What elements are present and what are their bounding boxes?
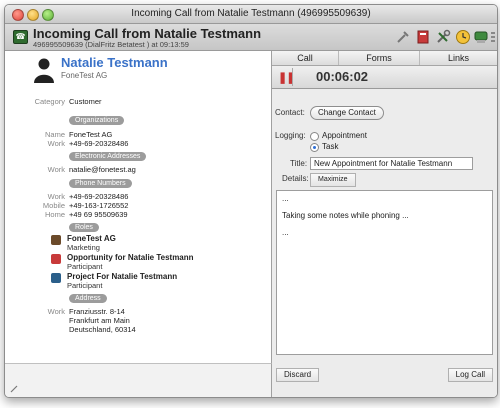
section-roles: Roles (69, 223, 99, 232)
call-panel-footer: Discard Log Call (272, 363, 497, 397)
wrench-icon[interactable] (435, 29, 451, 45)
tab-bar: Call Forms Links (272, 51, 497, 66)
address-line[interactable]: Franziusstr. 8-14 (69, 307, 125, 316)
role-sub: Participant (67, 262, 103, 271)
discard-button[interactable]: Discard (276, 368, 320, 382)
contact-card-icon[interactable] (415, 29, 431, 45)
tab-call[interactable]: Call (272, 51, 339, 65)
task-radio-label[interactable]: Task (322, 142, 338, 151)
organization-name-label: Name (44, 130, 65, 139)
contact-name[interactable]: Natalie Testmann (61, 55, 168, 70)
phone-value[interactable]: +49-163-1726552 (69, 201, 128, 210)
call-subtitle: 496995509639 (DialFritz Betatest ) at 09… (33, 40, 189, 49)
call-window: Incoming Call from Natalie Testmann (496… (4, 4, 498, 398)
phone-log-icon[interactable] (473, 29, 489, 45)
organization-name[interactable]: FoneTest AG (69, 130, 112, 139)
title-field[interactable]: New Appointment for Natalie Testmann (310, 157, 473, 170)
change-contact-button[interactable]: Change Contact (310, 106, 384, 120)
role-name[interactable]: FoneTest AG (67, 234, 116, 243)
section-address: Address (69, 294, 107, 303)
opportunity-icon (51, 254, 61, 264)
tools-icon[interactable] (395, 29, 411, 45)
section-phone-numbers: Phone Numbers (69, 179, 132, 188)
title-label: Title: (290, 159, 308, 168)
contact-panel: Natalie Testmann FoneTest AG Category Cu… (5, 51, 272, 363)
address-line[interactable]: Deutschland, 60314 (69, 325, 136, 334)
role-sub: Participant (67, 281, 103, 290)
task-radio[interactable] (310, 143, 319, 152)
call-header: ☎ Incoming Call from Natalie Testmann 49… (5, 24, 497, 51)
phone-value[interactable]: +49-69-20328486 (69, 192, 128, 201)
window-title: Incoming Call from Natalie Testmann (496… (131, 8, 371, 19)
incoming-call-icon: ☎ (13, 30, 28, 44)
notes-line: Taking some notes while phoning ... (282, 211, 409, 220)
phone-label: Work (47, 192, 65, 201)
phone-label: Mobile (42, 201, 65, 210)
logging-label: Logging: (275, 131, 306, 140)
tab-links[interactable]: Links (420, 51, 497, 65)
phone-value[interactable]: +49 69 95509639 (69, 210, 128, 219)
role-sub: Marketing (67, 243, 100, 252)
role-name[interactable]: Project For Natalie Testmann (67, 272, 177, 281)
contact-company: FoneTest AG (61, 71, 108, 80)
notes-line: ... (282, 194, 289, 203)
call-panel: Call Forms Links ❚❚ 00:06:02 Contact: Ch… (272, 51, 497, 397)
role-name[interactable]: Opportunity for Natalie Testmann (67, 253, 194, 262)
organization-work-phone[interactable]: +49-69-20328486 (69, 139, 128, 148)
category-label: Category (34, 97, 65, 106)
avatar (34, 58, 54, 83)
email-value[interactable]: natalie@fonetest.ag (69, 165, 136, 174)
project-icon (51, 273, 61, 283)
contact-panel-footer (5, 363, 272, 397)
call-timer: 00:06:02 (316, 69, 369, 84)
address-line[interactable]: Frankfurt am Main (69, 316, 130, 325)
clock-icon[interactable] (455, 29, 471, 45)
notes-line: ... (282, 228, 289, 237)
details-label: Details: (282, 174, 309, 183)
log-call-button[interactable]: Log Call (447, 368, 493, 382)
maximize-button[interactable]: Maximize (310, 173, 356, 187)
edit-icon[interactable] (9, 384, 19, 394)
appointment-radio[interactable] (310, 132, 319, 141)
call-title: Incoming Call from Natalie Testmann (33, 26, 262, 41)
section-electronic-addresses: Electronic Addresses (69, 152, 147, 161)
contact-label: Contact: (275, 108, 305, 117)
phone-label: Home (44, 210, 65, 219)
list-icon[interactable] (491, 29, 495, 45)
appointment-radio-label[interactable]: Appointment (322, 131, 367, 140)
section-organizations: Organizations (69, 116, 125, 125)
email-label: Work (47, 165, 65, 174)
timer-bar: ❚❚ 00:06:02 (272, 66, 497, 89)
category-value: Customer (69, 97, 102, 106)
tab-forms[interactable]: Forms (339, 51, 420, 65)
timer-divider (292, 68, 293, 86)
title-bar[interactable]: Incoming Call from Natalie Testmann (496… (5, 5, 497, 24)
organization-icon (51, 235, 61, 245)
details-textarea[interactable]: ... Taking some notes while phoning ... … (276, 190, 493, 355)
address-label: Work (47, 307, 65, 316)
organization-work-label: Work (47, 139, 65, 148)
